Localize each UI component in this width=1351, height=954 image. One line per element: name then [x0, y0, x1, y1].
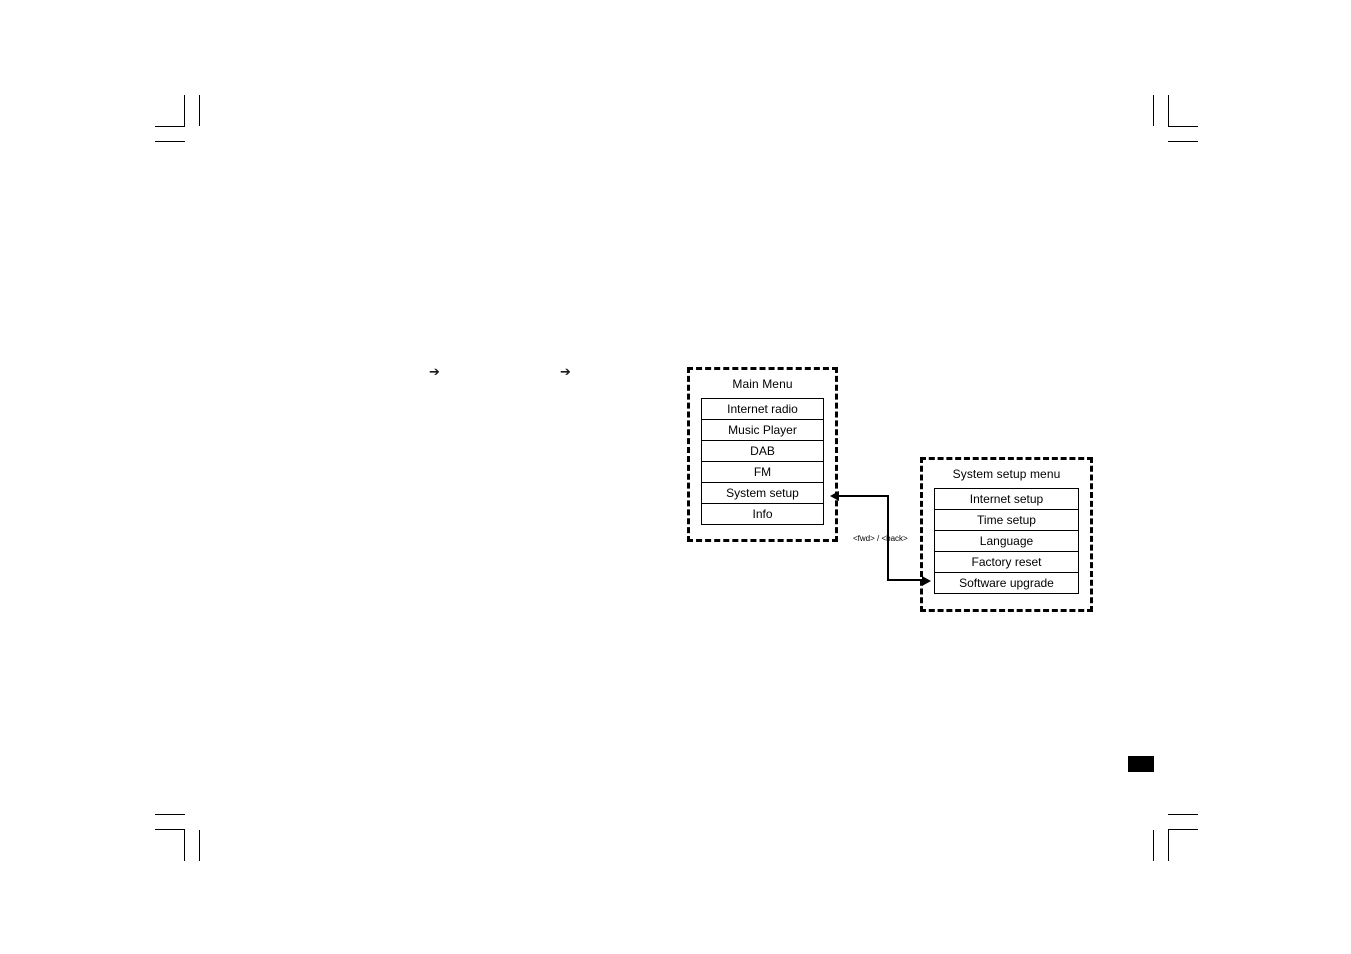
crop-mark-segment	[1168, 814, 1198, 815]
page-tab-marker	[1128, 756, 1154, 772]
crop-mark-segment	[155, 814, 185, 815]
system-setup-menu-title: System setup menu	[952, 467, 1061, 481]
crop-mark-bottom-right	[1153, 805, 1213, 861]
crop-mark-segment	[1168, 829, 1198, 830]
crop-mark-segment	[199, 830, 200, 861]
system-setup-item-software-upgrade[interactable]: Software upgrade	[935, 573, 1078, 594]
main-menu-list: Internet radio Music Player DAB FM Syste…	[701, 398, 824, 525]
main-menu-item-system-setup[interactable]: System setup	[702, 483, 823, 504]
crop-mark-segment	[1168, 126, 1198, 127]
system-setup-menu-list: Internet setup Time setup Language Facto…	[934, 488, 1079, 594]
crop-mark-segment	[155, 829, 185, 830]
system-setup-item-factory-reset[interactable]: Factory reset	[935, 552, 1078, 573]
connector-segment	[839, 495, 889, 497]
crop-mark-segment	[155, 141, 185, 142]
connector-label: <fwd> / <back>	[853, 534, 908, 543]
system-setup-item-language[interactable]: Language	[935, 531, 1078, 552]
crop-mark-segment	[1168, 141, 1198, 142]
system-setup-item-time-setup[interactable]: Time setup	[935, 510, 1078, 531]
system-setup-item-internet-setup[interactable]: Internet setup	[935, 489, 1078, 510]
right-arrow-icon: ➔	[429, 365, 440, 380]
crop-mark-segment	[1168, 829, 1169, 861]
crop-mark-top-right	[1153, 95, 1213, 150]
crop-mark-segment	[199, 95, 200, 126]
connector-arrowhead-to-software-upgrade	[922, 576, 931, 586]
system-setup-menu-box: System setup menu Internet setup Time se…	[920, 457, 1093, 612]
main-menu-item-fm[interactable]: FM	[702, 462, 823, 483]
crop-mark-segment	[184, 829, 185, 861]
main-menu-item-music-player[interactable]: Music Player	[702, 420, 823, 441]
manual-page: ➔ ➔ Main Menu Internet radio Music Playe…	[0, 0, 1351, 954]
crop-mark-segment	[1153, 95, 1154, 126]
crop-mark-bottom-left	[155, 805, 215, 861]
connector-arrowhead-to-system-setup	[830, 491, 839, 501]
connector-segment	[887, 579, 922, 581]
right-arrow-icon: ➔	[560, 365, 571, 380]
main-menu-item-internet-radio[interactable]: Internet radio	[702, 399, 823, 420]
crop-mark-top-left	[155, 95, 215, 150]
main-menu-item-dab[interactable]: DAB	[702, 441, 823, 462]
main-menu-box: Main Menu Internet radio Music Player DA…	[687, 367, 838, 542]
main-menu-title: Main Menu	[732, 377, 793, 391]
crop-mark-segment	[1168, 95, 1169, 127]
crop-mark-segment	[155, 126, 185, 127]
main-menu-item-info[interactable]: Info	[702, 504, 823, 525]
crop-mark-segment	[1153, 830, 1154, 861]
crop-mark-segment	[184, 95, 185, 127]
